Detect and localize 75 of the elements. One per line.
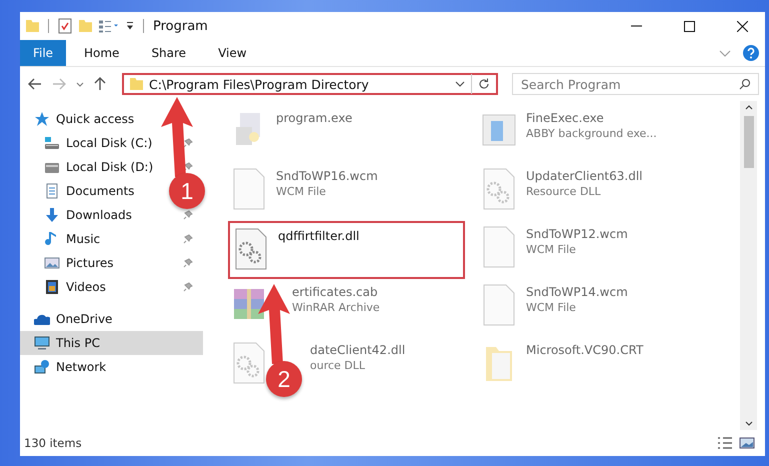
- ribbon-tab[interactable]: Share: [137, 46, 200, 60]
- monitor-icon: [34, 335, 50, 351]
- file-type: WinRAR Archive: [292, 301, 380, 314]
- up-arrow-icon[interactable]: [94, 77, 106, 91]
- gear-file-icon[interactable]: [234, 227, 268, 271]
- folder-icon: [130, 78, 143, 90]
- window-title: Program: [153, 18, 208, 34]
- sidebar-item[interactable]: Network: [20, 355, 112, 379]
- file-name[interactable]: program.exe: [276, 111, 352, 125]
- file-type: WCM File: [276, 185, 326, 198]
- search-icon: [739, 78, 751, 90]
- file-name[interactable]: SndToWP14.wcm: [526, 285, 628, 299]
- maximize-icon[interactable]: [684, 20, 694, 32]
- file-name[interactable]: ertificates.cab: [292, 285, 378, 299]
- file-name[interactable]: SndToWP16.wcm: [276, 169, 378, 183]
- details-view-icon[interactable]: [717, 437, 733, 449]
- forward-arrow-icon[interactable]: [52, 78, 66, 90]
- download-arrow-icon: [44, 207, 60, 223]
- address-path: C:\Program Files\Program Directory: [149, 76, 370, 92]
- close-icon[interactable]: [736, 20, 748, 32]
- scroll-thumb[interactable]: [744, 116, 754, 168]
- picture-icon: [44, 255, 60, 271]
- sidebar-item[interactable]: Quick access: [20, 107, 140, 131]
- scrollbar[interactable]: [740, 101, 757, 430]
- film-icon: [44, 279, 60, 295]
- ribbon-tab[interactable]: Home: [70, 46, 134, 60]
- file-name[interactable]: dateClient42.dll: [310, 343, 406, 357]
- minimize-icon[interactable]: [630, 25, 642, 27]
- file-type: WCM File: [526, 243, 576, 256]
- view-options-icon[interactable]: [99, 20, 119, 32]
- scroll-up-icon[interactable]: [744, 105, 752, 110]
- sidebar-item[interactable]: Downloads: [20, 203, 138, 227]
- star-icon: [34, 111, 50, 127]
- file-tab[interactable]: File: [20, 40, 66, 66]
- file-type: Resource DLL: [526, 185, 601, 198]
- pin-icon[interactable]: [183, 210, 193, 220]
- recent-caret-icon[interactable]: [76, 82, 84, 86]
- large-icons-view-icon[interactable]: [739, 437, 755, 449]
- help-icon[interactable]: [743, 45, 759, 61]
- pin-icon[interactable]: [183, 282, 193, 292]
- pin-icon[interactable]: [183, 138, 193, 148]
- pin-icon[interactable]: [183, 162, 193, 172]
- sidebar-item[interactable]: Local Disk (C:): [20, 131, 158, 155]
- file-type: ABBY background exe...: [526, 127, 657, 140]
- file-type: ource DLL: [310, 359, 366, 372]
- file-name[interactable]: UpdaterClient63.dll: [526, 169, 643, 183]
- network-icon: [34, 359, 50, 375]
- dropdown-caret-icon[interactable]: [455, 81, 465, 87]
- refresh-icon[interactable]: [478, 78, 490, 90]
- pin-icon[interactable]: [183, 234, 193, 244]
- drive-icon: [44, 135, 60, 151]
- item-count: 130 items: [24, 436, 82, 450]
- highlighted-file-item[interactable]: qdffirtfilter.dll: [228, 221, 465, 279]
- sidebar-item[interactable]: Videos: [20, 275, 112, 299]
- ribbon-tab[interactable]: View: [204, 46, 261, 60]
- expand-ribbon-icon[interactable]: [719, 50, 731, 56]
- sidebar-item[interactable]: OneDrive: [20, 307, 118, 331]
- file-name[interactable]: SndToWP12.wcm: [526, 227, 628, 241]
- document-icon: [44, 183, 60, 199]
- file-name[interactable]: Microsoft.VC90.CRT: [526, 343, 644, 357]
- sidebar-item[interactable]: This PC: [20, 331, 203, 355]
- sidebar-item[interactable]: Local Disk (D:): [20, 155, 160, 179]
- file-name[interactable]: qdffirtfilter.dll: [278, 229, 360, 243]
- address-bar[interactable]: C:\Program Files\Program Directory: [122, 73, 498, 95]
- file-type: WCM File: [526, 301, 576, 314]
- sidebar-item[interactable]: Music: [20, 227, 106, 251]
- sidebar-item[interactable]: Pictures: [20, 251, 120, 275]
- search-field[interactable]: Search Program: [512, 73, 759, 95]
- pin-icon[interactable]: [183, 258, 193, 268]
- sidebar-item[interactable]: Documents: [20, 179, 140, 203]
- file-name[interactable]: FineExec.exe: [526, 111, 604, 125]
- customize-caret-icon[interactable]: [126, 22, 134, 30]
- back-arrow-icon[interactable]: [28, 78, 42, 90]
- scroll-down-icon[interactable]: [744, 421, 752, 426]
- properties-icon[interactable]: [58, 18, 72, 34]
